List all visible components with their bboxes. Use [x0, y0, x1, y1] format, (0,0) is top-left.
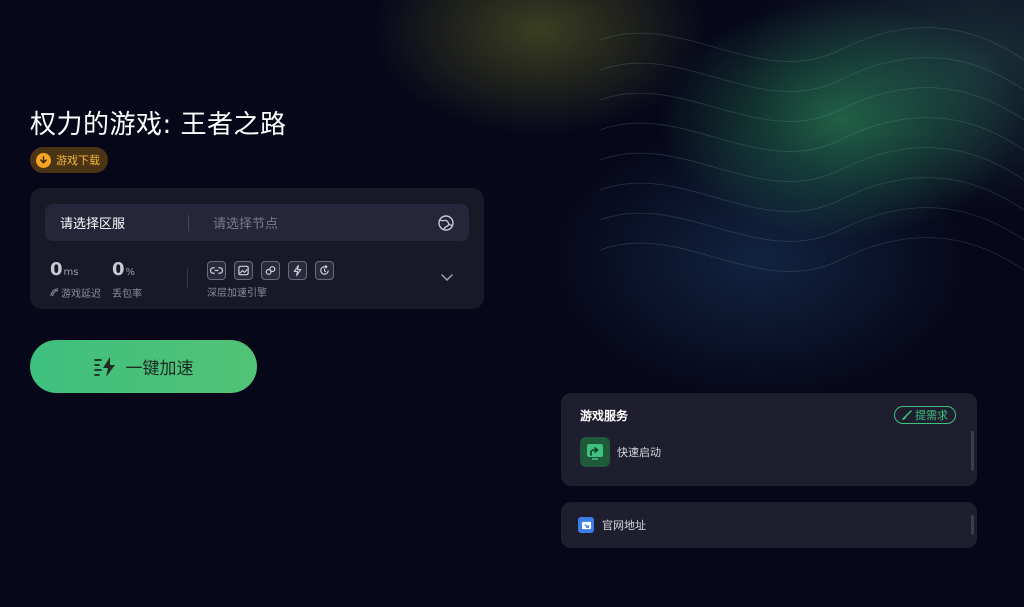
request-feature-button[interactable]: 提需求: [894, 406, 956, 424]
accelerate-bolt-icon: [93, 356, 115, 377]
loss-unit: %: [125, 267, 136, 278]
quick-start-icon: [580, 437, 610, 467]
request-label: 提需求: [915, 409, 948, 422]
latency-unit: ms: [63, 267, 79, 278]
game-title: 权力的游戏: 王者之路: [30, 110, 287, 140]
website-label: 官网地址: [602, 519, 646, 532]
services-scrollbar[interactable]: [971, 431, 974, 471]
one-click-accelerate-button[interactable]: 一键加速: [30, 340, 257, 393]
region-select[interactable]: 请选择区服: [45, 213, 188, 232]
link-icon: [207, 261, 226, 280]
image-icon: [234, 261, 253, 280]
download-label: 游戏下载: [56, 154, 100, 167]
latency-stat: 0ms 游戏延迟: [50, 259, 102, 301]
download-icon: [36, 152, 51, 168]
stats-divider: [187, 268, 188, 288]
services-title: 游戏服务: [580, 409, 629, 423]
quick-start-item[interactable]: 快速启动: [580, 437, 661, 467]
chain-icon: [261, 261, 280, 280]
game-services-card: 游戏服务 提需求 快速启动: [561, 393, 977, 486]
brush-icon: [902, 410, 912, 420]
official-site-card: 官网地址: [561, 502, 977, 548]
official-website-link[interactable]: 官网地址: [578, 517, 646, 533]
network-stats: 0ms 游戏延迟 0% 丢包率: [50, 259, 152, 301]
quick-start-label: 快速启动: [617, 446, 661, 459]
accelerate-label: 一键加速: [125, 359, 194, 379]
acceleration-panel: 请选择区服 请选择节点 0ms 游戏延迟 0% 丢包率 深层加速引擎: [30, 188, 484, 309]
chevron-down-icon[interactable]: [440, 272, 454, 282]
latency-label: 游戏延迟: [61, 289, 101, 300]
game-download-button[interactable]: 游戏下载: [30, 147, 108, 173]
website-icon: [578, 517, 594, 533]
engine-label: 深层加速引擎: [207, 288, 267, 299]
signal-icon: [50, 288, 59, 297]
latency-value: 0: [50, 259, 63, 280]
background-contour-lines: [600, 27, 1024, 272]
bolt-icon: [288, 261, 307, 280]
refresh-icon: [315, 261, 334, 280]
packet-loss-stat: 0% 丢包率: [112, 259, 142, 301]
loss-label: 丢包率: [112, 289, 142, 300]
site-scrollbar[interactable]: [971, 515, 974, 535]
globe-icon[interactable]: [437, 214, 455, 232]
server-selector: 请选择区服 请选择节点: [45, 204, 469, 241]
deep-acceleration-engine: 深层加速引擎: [207, 261, 334, 299]
loss-value: 0: [112, 259, 125, 280]
node-select[interactable]: 请选择节点: [189, 213, 437, 232]
